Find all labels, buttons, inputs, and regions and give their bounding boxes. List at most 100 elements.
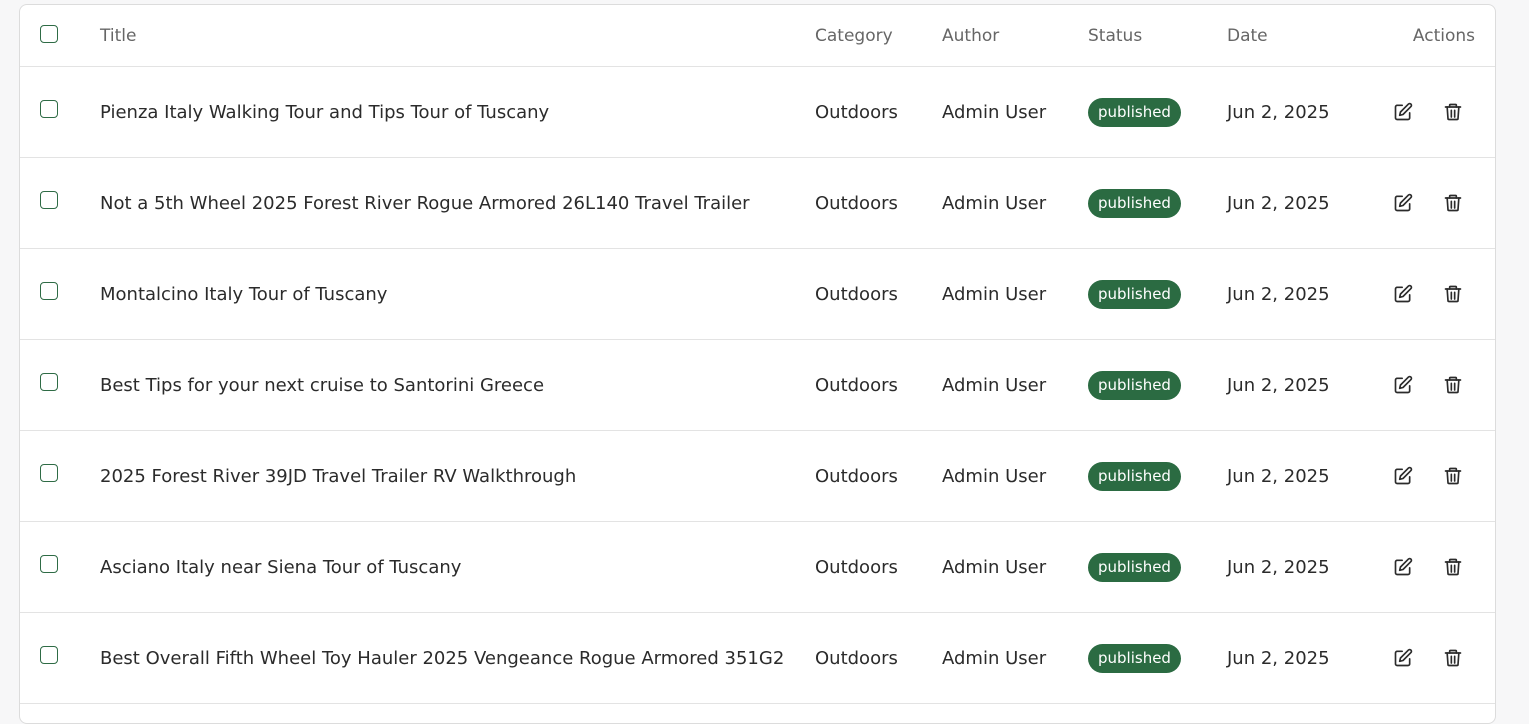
post-author: Admin User [942,465,1047,487]
row-select-cell [40,249,58,339]
table-row: Pienza Italy Walking Tour and Tips Tour … [20,67,1495,158]
delete-cell [1440,613,1466,703]
trash-icon [1444,649,1462,667]
edit-icon [1394,193,1413,212]
post-date: Jun 2, 2025 [1227,556,1330,578]
status-cell: published [1088,67,1181,157]
post-title[interactable]: Montalcino Italy Tour of Tuscany [100,249,387,339]
post-author: Admin User [942,647,1047,669]
post-date: Jun 2, 2025 [1227,374,1330,396]
delete-button[interactable] [1440,372,1466,398]
table-row: Best Tips for your next cruise to Santor… [20,340,1495,431]
trash-icon [1444,103,1462,121]
header-title[interactable]: Title [100,5,136,66]
delete-cell [1440,158,1466,248]
row-checkbox[interactable] [40,100,58,118]
status-badge: published [1088,461,1181,491]
row-select-cell [40,522,58,612]
delete-button[interactable] [1440,190,1466,216]
edit-icon [1394,375,1413,394]
post-title[interactable]: Asciano Italy near Siena Tour of Tuscany [100,522,461,612]
edit-cell [1390,431,1416,521]
post-category: Outdoors [815,647,898,669]
post-date: Jun 2, 2025 [1227,192,1330,214]
header-author[interactable]: Author [942,5,999,66]
edit-cell [1390,67,1416,157]
table-header: Title Category Author Status Date Action… [20,5,1495,67]
edit-button[interactable] [1390,190,1416,216]
delete-button[interactable] [1440,645,1466,671]
status-cell: published [1088,613,1181,703]
trash-icon [1444,376,1462,394]
status-badge: published [1088,97,1181,127]
post-date: Jun 2, 2025 [1227,647,1330,669]
header-category[interactable]: Category [815,5,893,66]
row-select-cell [40,613,58,703]
post-category: Outdoors [815,101,898,123]
edit-button[interactable] [1390,463,1416,489]
post-date: Jun 2, 2025 [1227,101,1330,123]
row-select-cell [40,158,58,248]
table-row: Montalcino Italy Tour of Tuscany Outdoor… [20,249,1495,340]
row-checkbox[interactable] [40,373,58,391]
edit-button[interactable] [1390,554,1416,580]
row-checkbox[interactable] [40,646,58,664]
trash-icon [1444,285,1462,303]
edit-cell [1390,249,1416,339]
row-select-cell [40,431,58,521]
status-cell: published [1088,522,1181,612]
delete-cell [1440,522,1466,612]
delete-button[interactable] [1440,281,1466,307]
status-badge: published [1088,643,1181,673]
post-category: Outdoors [815,556,898,578]
post-author: Admin User [942,283,1047,305]
post-author: Admin User [942,101,1047,123]
post-category: Outdoors [815,283,898,305]
post-category: Outdoors [815,374,898,396]
delete-button[interactable] [1440,463,1466,489]
delete-button[interactable] [1440,99,1466,125]
row-checkbox[interactable] [40,191,58,209]
edit-cell [1390,340,1416,430]
trash-icon [1444,194,1462,212]
edit-button[interactable] [1390,372,1416,398]
post-title[interactable]: Best Overall Fifth Wheel Toy Hauler 2025… [100,613,784,703]
status-cell: published [1088,249,1181,339]
status-badge: published [1088,188,1181,218]
edit-cell [1390,522,1416,612]
post-title[interactable]: 2025 Forest River 39JD Travel Trailer RV… [100,431,576,521]
select-all-checkbox[interactable] [40,24,58,43]
edit-icon [1394,102,1413,121]
status-badge: published [1088,370,1181,400]
status-cell: published [1088,431,1181,521]
row-checkbox[interactable] [40,555,58,573]
post-title[interactable]: Best Tips for your next cruise to Santor… [100,340,544,430]
edit-cell [1390,158,1416,248]
post-author: Admin User [942,374,1047,396]
edit-button[interactable] [1390,99,1416,125]
posts-table: Title Category Author Status Date Action… [19,4,1496,724]
row-checkbox[interactable] [40,282,58,300]
post-category: Outdoors [815,192,898,214]
row-checkbox[interactable] [40,464,58,482]
table-row: Not a 5th Wheel 2025 Forest River Rogue … [20,158,1495,249]
table-row: Asciano Italy near Siena Tour of Tuscany… [20,522,1495,613]
post-date: Jun 2, 2025 [1227,465,1330,487]
trash-icon [1444,467,1462,485]
header-status[interactable]: Status [1088,5,1142,66]
edit-button[interactable] [1390,281,1416,307]
edit-button[interactable] [1390,645,1416,671]
delete-cell [1440,249,1466,339]
edit-icon [1394,648,1413,667]
header-date[interactable]: Date [1227,5,1268,66]
post-title[interactable]: Not a 5th Wheel 2025 Forest River Rogue … [100,158,750,248]
table-row: 2025 Forest River 39JD Travel Trailer RV… [20,431,1495,522]
post-author: Admin User [942,556,1047,578]
row-select-cell [40,340,58,430]
delete-button[interactable] [1440,554,1466,580]
delete-cell [1440,67,1466,157]
row-select-cell [40,67,58,157]
edit-icon [1394,284,1413,303]
edit-icon [1394,557,1413,576]
post-title[interactable]: Pienza Italy Walking Tour and Tips Tour … [100,67,549,157]
